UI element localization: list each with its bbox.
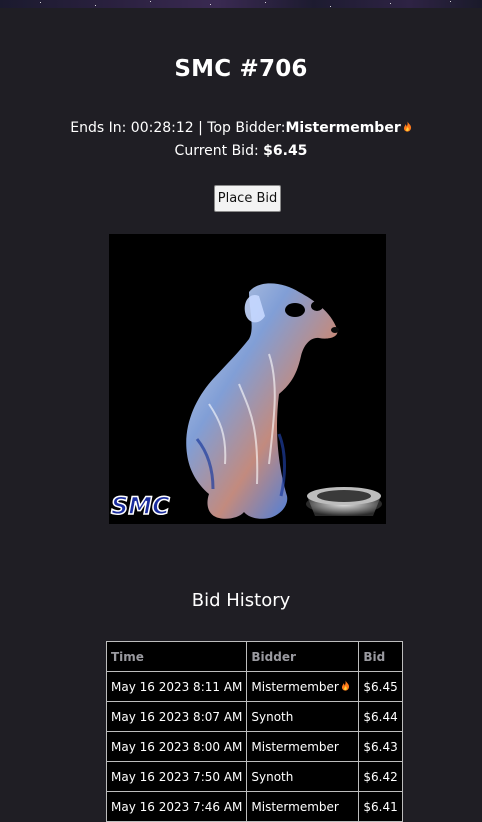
table-row: May 16 2023 8:00 AM Mistermember $6.43 [105, 731, 403, 762]
bid-time: May 16 2023 8:11 AM [105, 671, 248, 702]
bid-amount: $6.45 [358, 671, 403, 702]
auction-title: SMC #706 [174, 56, 308, 82]
auction-meta: Ends In: 00:28:12 | Top Bidder:Mistermem… [0, 117, 482, 163]
separator: | [198, 120, 203, 136]
table-row: May 16 2023 8:11 AM Mistermember $6.45 [105, 671, 403, 702]
header-banner [0, 0, 482, 8]
table-row: May 16 2023 7:50 AM Synoth $6.42 [105, 761, 403, 792]
column-header-bid: Bid [358, 641, 403, 672]
bid-time: May 16 2023 7:46 AM [105, 791, 248, 822]
bid-history-table: Time Bidder Bid May 16 2023 8:11 AM Mist… [105, 641, 403, 822]
table-header-row: Time Bidder Bid [105, 641, 403, 672]
bid-time: May 16 2023 7:50 AM [105, 761, 248, 792]
top-bidder-label: Top Bidder: [207, 120, 286, 136]
table-row: May 16 2023 7:46 AM Mistermember $6.41 [105, 791, 403, 822]
bid-time: May 16 2023 8:00 AM [105, 731, 248, 762]
bid-bidder: Synoth [246, 761, 360, 792]
ends-in-value: 00:28:12 [130, 120, 194, 136]
bidder-name: Mistermember [251, 679, 339, 694]
bid-bidder: Mistermember [246, 791, 360, 822]
current-bid-line: Current Bid: $6.45 [0, 140, 482, 163]
smc-logo: SMC [110, 491, 171, 521]
column-header-bidder: Bidder [246, 641, 360, 672]
auction-status-line: Ends In: 00:28:12 | Top Bidder:Mistermem… [0, 117, 482, 140]
bid-bidder: Mistermember [246, 671, 360, 702]
bid-bidder: Mistermember [246, 731, 360, 762]
svg-text:SMC: SMC [111, 492, 170, 520]
nft-image: SMC [109, 234, 386, 524]
bid-amount: $6.44 [358, 701, 403, 732]
bid-bidder: Synoth [246, 701, 360, 732]
ends-in-label: Ends In: [70, 120, 127, 136]
bid-amount: $6.43 [358, 731, 403, 762]
bid-amount: $6.42 [358, 761, 403, 792]
current-bid-value: $6.45 [263, 143, 308, 159]
fire-icon [341, 680, 350, 694]
table-row: May 16 2023 8:07 AM Synoth $6.44 [105, 701, 403, 732]
bid-history-title: Bid History [191, 590, 291, 611]
top-bidder-name: Mistermember [285, 120, 401, 136]
column-header-time: Time [105, 641, 248, 672]
bid-amount: $6.41 [358, 791, 403, 822]
bid-time: May 16 2023 8:07 AM [105, 701, 248, 732]
place-bid-button[interactable]: Place Bid [214, 185, 281, 212]
fire-icon [403, 117, 412, 140]
current-bid-label: Current Bid: [174, 143, 259, 159]
